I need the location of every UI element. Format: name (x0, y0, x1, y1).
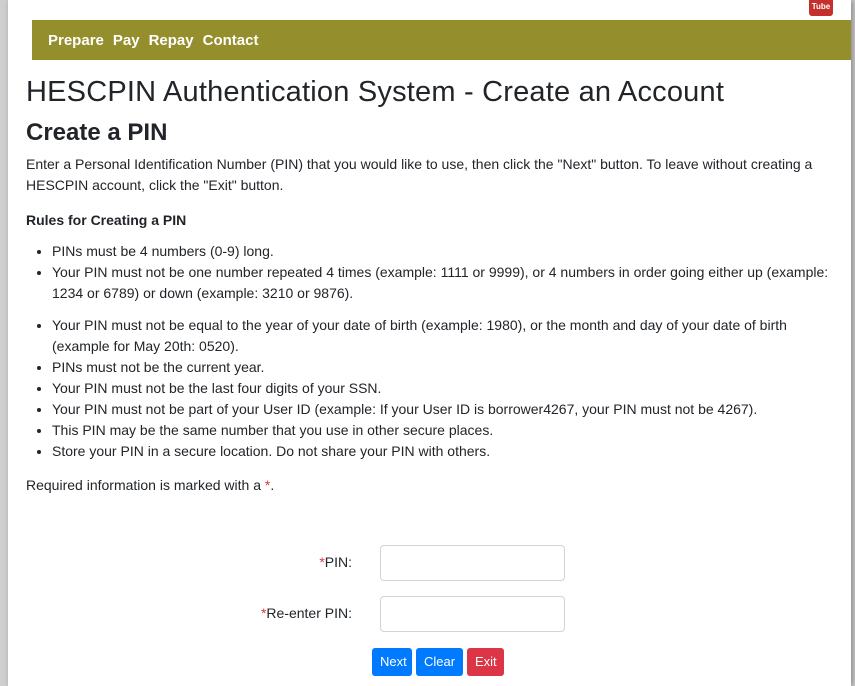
nav-item-prepare[interactable]: Prepare (48, 32, 104, 49)
rule-item: Your PIN must not be part of your User I… (52, 399, 836, 420)
next-button[interactable]: Next (372, 648, 412, 676)
rules-list: PINs must be 4 numbers (0-9) long. Your … (26, 241, 836, 462)
rule-item: Store your PIN in a secure location. Do … (52, 441, 836, 462)
reenter-pin-label-text: Re-enter PIN: (266, 605, 352, 621)
reenter-pin-label: *Re-enter PIN: (222, 605, 352, 621)
pin-row: *PIN: (222, 554, 352, 570)
reenter-pin-input[interactable] (380, 596, 565, 632)
pin-input[interactable] (380, 545, 565, 581)
pin-label-text: PIN: (324, 554, 352, 570)
main-content: HESCPIN Authentication System - Create a… (26, 72, 836, 495)
browser-page: Tube Prepare Pay Repay Contact HESCPIN A… (8, 0, 851, 686)
clear-button[interactable]: Clear (416, 648, 463, 676)
rule-item: PINs must not be the current year. (52, 357, 836, 378)
nav-item-repay[interactable]: Repay (149, 32, 194, 49)
top-strip: Tube (8, 0, 851, 20)
intro-text: Enter a Personal Identification Number (… (26, 156, 813, 193)
nav-item-contact[interactable]: Contact (203, 32, 259, 49)
main-navbar: Prepare Pay Repay Contact (32, 20, 851, 60)
reenter-pin-row: *Re-enter PIN: (222, 605, 352, 621)
pin-label: *PIN: (222, 554, 352, 570)
rule-item: This PIN may be the same number that you… (52, 420, 836, 441)
required-note-suffix: . (270, 477, 275, 493)
rule-item: PINs must be 4 numbers (0-9) long. (52, 241, 836, 262)
required-note-prefix: Required information is marked with a (26, 477, 265, 493)
rule-item: Your PIN must not be the last four digit… (52, 378, 836, 399)
rule-item: Your PIN must not be equal to the year o… (52, 315, 836, 357)
youtube-icon[interactable]: Tube (809, 0, 833, 16)
section-title: Create a PIN (26, 119, 168, 146)
page-title: HESCPIN Authentication System - Create a… (26, 76, 725, 108)
required-note: Required information is marked with a *. (26, 475, 836, 495)
rule-item: Your PIN must not be one number repeated… (52, 262, 836, 304)
nav-item-pay[interactable]: Pay (113, 32, 140, 49)
exit-button[interactable]: Exit (467, 648, 504, 676)
rules-heading: Rules for Creating a PIN (26, 212, 187, 228)
